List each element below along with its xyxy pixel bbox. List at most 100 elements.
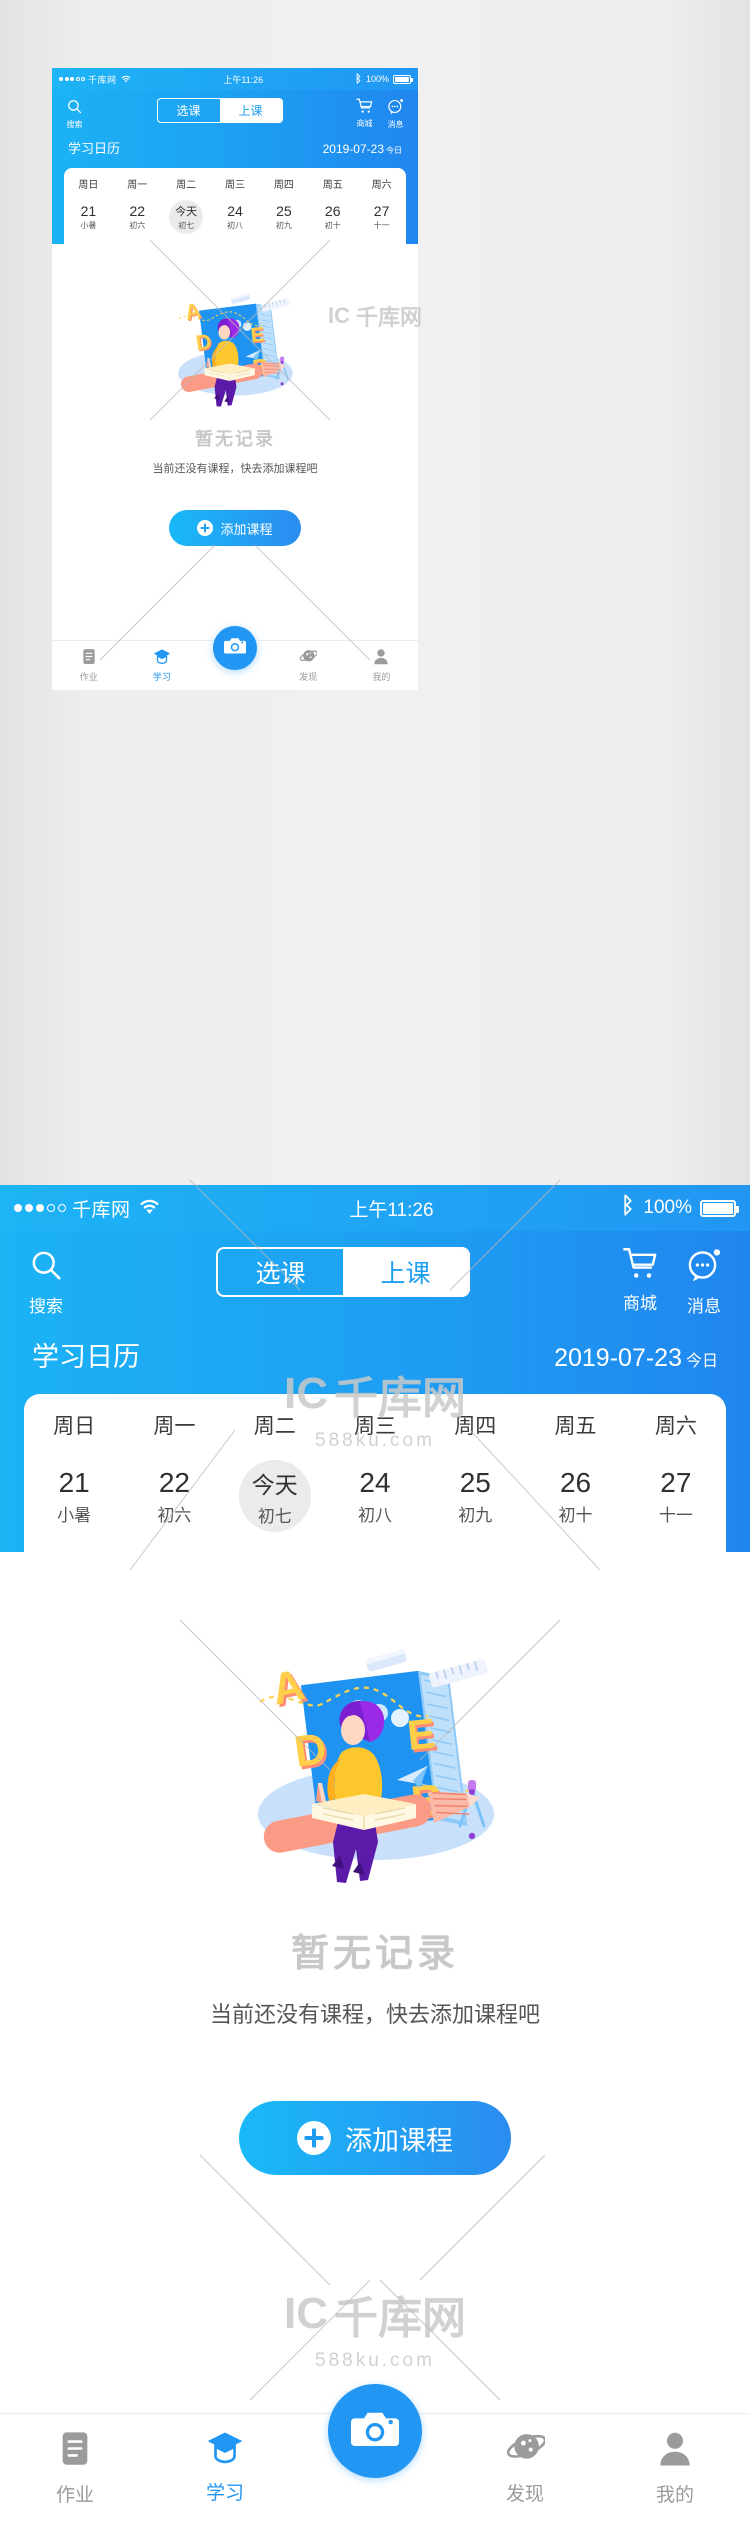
- app-header: 搜索 选课 上课 商城 消息 学习日历 2019-07-23 今日 周日 21 …: [0, 1231, 750, 1552]
- shopping-cart-icon: [356, 98, 373, 116]
- day-number: 24: [359, 1466, 391, 1498]
- day-cell: 21 小暑: [71, 200, 105, 234]
- shop-button[interactable]: 商城: [356, 98, 373, 130]
- tab-discover[interactable]: 发现: [450, 2430, 600, 2506]
- tab-choose-course[interactable]: 选课: [218, 1249, 343, 1295]
- battery-icon: [699, 1199, 739, 1217]
- calendar-cell[interactable]: 周日 21 小暑: [64, 176, 113, 234]
- search-button[interactable]: 搜索: [66, 98, 83, 130]
- calendar-date-group[interactable]: 2019-07-23 今日: [554, 1344, 718, 1373]
- shop-label: 商城: [356, 119, 373, 128]
- search-icon: [28, 1247, 64, 1288]
- calendar-cell[interactable]: 周六 27 十一: [357, 176, 406, 234]
- weekday-label: 周六: [654, 1415, 697, 1438]
- status-bar: 千库网 上午11:26 100%: [0, 1185, 750, 1231]
- search-button[interactable]: 搜索: [28, 1247, 64, 1317]
- carrier-name: 千库网: [88, 74, 117, 85]
- calendar-cell[interactable]: 周五 26 初十: [308, 176, 357, 234]
- calendar-date: 2019-07-23: [322, 142, 384, 156]
- page-canvas: 千库网 上午11:26 100% 搜索 选课 上课 商城 消息 学习日历 201…: [0, 0, 750, 2521]
- day-lunar: 初六: [129, 221, 146, 230]
- tab-attend-course[interactable]: 上课: [219, 99, 282, 122]
- day-lunar: 初八: [357, 1505, 392, 1525]
- calendar-title: 学习日历: [32, 1342, 140, 1372]
- tab-study[interactable]: 学习: [150, 2430, 300, 2505]
- bluetooth-icon: [355, 72, 362, 86]
- tab-discover[interactable]: 发现: [272, 648, 345, 683]
- tab-label: 学习: [205, 2483, 244, 2504]
- day-number: 25: [459, 1466, 491, 1498]
- status-bar: 千库网 上午11:26 100%: [52, 68, 418, 90]
- day-number: 24: [227, 203, 243, 219]
- calendar-cell[interactable]: 周日 21 小暑: [24, 1410, 124, 1532]
- add-course-button[interactable]: 添加课程: [239, 2101, 511, 2175]
- day-lunar: 小暑: [80, 221, 97, 230]
- message-label: 消息: [387, 120, 404, 129]
- bottom-tab-bar: 作业 学习 发现 我的: [52, 626, 418, 690]
- calendar-title-row: 学习日历 2019-07-23 今日: [52, 136, 418, 168]
- day-lunar: 十一: [373, 221, 390, 230]
- weekday-label: 周日: [78, 180, 99, 191]
- calendar-cell[interactable]: 周一 22 初六: [124, 1410, 224, 1532]
- svg-text:E: E: [250, 324, 266, 347]
- camera-fab-button[interactable]: [328, 2384, 422, 2478]
- calendar-cell[interactable]: 周五 26 初十: [525, 1410, 625, 1532]
- day-cell: 22 初六: [138, 1460, 210, 1532]
- student-reading-on-pencil-illustration: AA DD EE BB: [190, 1618, 560, 1896]
- message-button[interactable]: 消息: [387, 98, 404, 130]
- day-number: 今天: [251, 1471, 298, 1498]
- calendar-cell[interactable]: 周六 27 十一: [626, 1410, 726, 1532]
- plus-circle-icon: [297, 2121, 331, 2155]
- day-number: 27: [373, 203, 390, 219]
- day-cell: 22 初六: [120, 200, 154, 234]
- calendar-title: 学习日历: [68, 141, 121, 156]
- tab-choose-course[interactable]: 选课: [158, 99, 220, 122]
- calendar-cell[interactable]: 周三 24 初八: [325, 1410, 425, 1532]
- calendar-cell-selected[interactable]: 周二 今天 初七: [225, 1410, 325, 1532]
- day-number: 22: [158, 1466, 190, 1498]
- tab-attend-course[interactable]: 上课: [343, 1249, 468, 1295]
- day-cell: 24 初八: [218, 200, 252, 234]
- signal-strength-icon: [14, 1204, 66, 1212]
- shop-button[interactable]: 商城: [622, 1247, 658, 1317]
- calendar-cell-selected[interactable]: 周二 今天 初七: [162, 176, 211, 234]
- calendar-cell[interactable]: 周三 24 初八: [211, 176, 260, 234]
- tab-label: 作业: [55, 2485, 94, 2506]
- weekday-label: 周五: [554, 1415, 597, 1438]
- day-cell: 21 小暑: [38, 1460, 110, 1532]
- graduation-cap-icon: [153, 648, 171, 667]
- tab-profile[interactable]: 我的: [345, 648, 418, 683]
- plus-circle-icon: [197, 520, 214, 536]
- calendar-cell[interactable]: 周四 25 初九: [259, 176, 308, 234]
- tab-profile[interactable]: 我的: [600, 2430, 750, 2507]
- search-icon: [66, 98, 83, 117]
- calendar-cell[interactable]: 周一 22 初六: [113, 176, 162, 234]
- shop-label: 商城: [623, 1294, 657, 1313]
- weekday-label: 周三: [353, 1415, 396, 1438]
- message-label: 消息: [687, 1297, 721, 1316]
- tab-homework[interactable]: 作业: [52, 648, 125, 683]
- add-course-label: 添加课程: [220, 521, 273, 537]
- status-time: 上午11:26: [223, 74, 264, 85]
- calendar-cell[interactable]: 周四 25 初九: [425, 1410, 525, 1532]
- calendar-date: 2019-07-23: [554, 1344, 682, 1372]
- tab-homework[interactable]: 作业: [0, 2430, 150, 2507]
- calendar-today-tag: 今日: [386, 146, 402, 155]
- tab-label: 我的: [655, 2485, 694, 2506]
- calendar-date-group[interactable]: 2019-07-23 今日: [323, 140, 402, 158]
- svg-text:A: A: [268, 1660, 309, 1715]
- svg-text:A: A: [183, 298, 203, 325]
- weekday-label: 周二: [253, 1415, 296, 1438]
- tab-study[interactable]: 学习: [125, 648, 198, 683]
- mode-segmented-control[interactable]: 选课 上课: [156, 98, 283, 123]
- camera-icon: [351, 2408, 399, 2454]
- camera-fab-button[interactable]: [213, 626, 257, 670]
- calendar-title-row: 学习日历 2019-07-23 今日: [0, 1329, 750, 1394]
- mode-segmented-control[interactable]: 选课 上课: [216, 1247, 470, 1297]
- add-course-button[interactable]: 添加课程: [169, 510, 301, 546]
- day-lunar: 小暑: [57, 1505, 92, 1525]
- message-button[interactable]: 消息: [686, 1247, 722, 1317]
- weekday-label: 周一: [127, 180, 148, 191]
- day-number: 22: [129, 203, 146, 219]
- bluetooth-icon: [621, 1194, 635, 1222]
